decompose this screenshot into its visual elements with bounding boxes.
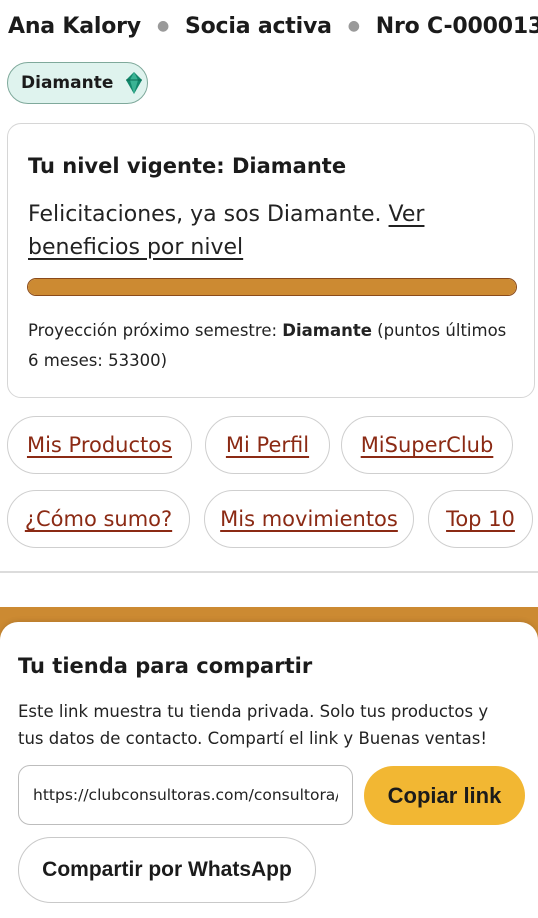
user-status: Socia activa: [184, 13, 332, 39]
nav-mis-productos[interactable]: Mis Productos: [7, 416, 192, 474]
projection-level: Diamante: [282, 321, 372, 340]
user-header: Ana Kalory ● Socia activa ● Nro C-000013: [8, 10, 538, 42]
nav-mi-perfil[interactable]: Mi Perfil: [205, 416, 330, 474]
share-whatsapp-button[interactable]: Compartir por WhatsApp: [18, 837, 316, 903]
nav-como-sumo[interactable]: ¿Cómo sumo?: [7, 490, 190, 548]
copy-link-button[interactable]: Copiar link: [364, 766, 525, 825]
nav-mis-movimientos[interactable]: Mis movimientos: [204, 490, 414, 548]
user-name: Ana Kalory: [8, 13, 141, 39]
user-number: Nro C-000013: [375, 13, 538, 39]
share-description: Este link muestra tu tienda privada. Sol…: [18, 702, 489, 748]
separator-dot: ●: [156, 18, 169, 34]
share-panel: Tu tienda para compartir Este link muest…: [0, 622, 538, 918]
diamond-icon: [126, 72, 143, 94]
club-page: Ana Kalory ● Socia activa ● Nro C-000013…: [0, 0, 538, 918]
current-level-title: Tu nivel vigente: Diamante: [28, 154, 347, 178]
level-badge: Diamante: [7, 62, 148, 104]
store-link-input[interactable]: [33, 786, 338, 804]
congrats-message: Felicitaciones, ya sos Diamante.: [28, 202, 382, 227]
level-badge-label: Diamante: [21, 73, 114, 93]
separator-dot: ●: [347, 18, 360, 34]
projection-text: Proyección próximo semestre: Diamante (p…: [28, 316, 520, 376]
level-progress-bar: [27, 278, 517, 296]
share-title: Tu tienda para compartir: [18, 654, 313, 678]
section-divider: [0, 571, 538, 573]
level-progress-fill: [28, 279, 516, 295]
store-link-field[interactable]: [18, 765, 353, 825]
nav-top-10[interactable]: Top 10: [428, 490, 533, 548]
level-card: Tu nivel vigente: Diamante Felicitacione…: [7, 123, 535, 398]
nav-misuperclub[interactable]: MiSuperClub: [341, 416, 513, 474]
congrats-text: Felicitaciones, ya sos Diamante. Ver ben…: [28, 198, 523, 264]
projection-prefix: Proyección próximo semestre:: [28, 321, 278, 340]
